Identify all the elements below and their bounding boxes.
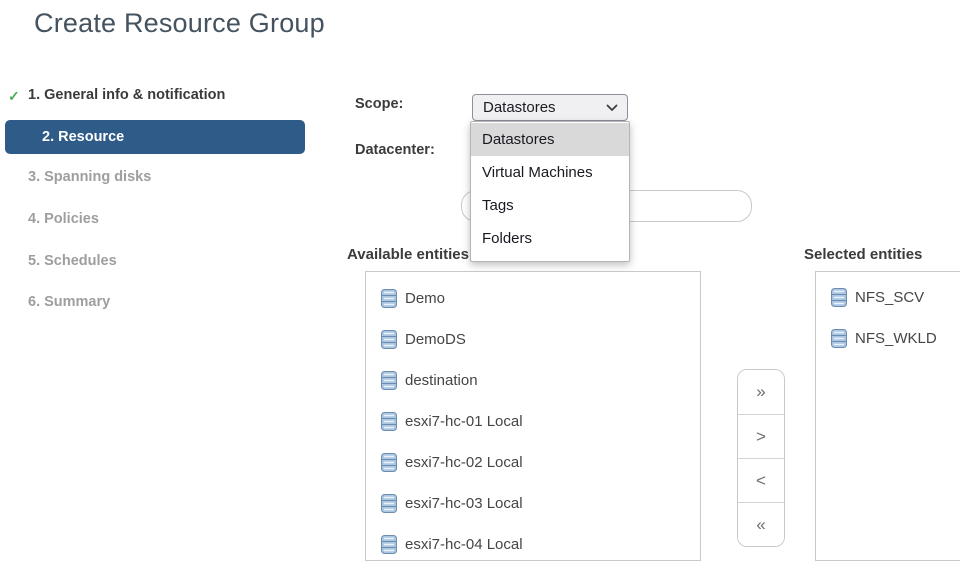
add-button[interactable]: > (738, 414, 784, 458)
datastore-icon (381, 289, 397, 308)
step-completed-check-icon: ✓ (8, 88, 20, 105)
selected-entity-row[interactable]: NFS_SCV (816, 277, 960, 318)
entity-name: destination (405, 372, 478, 389)
entity-name: Demo (405, 290, 445, 307)
entity-name: esxi7-hc-01 Local (405, 413, 523, 430)
scope-select-value: Datastores (483, 99, 606, 116)
selected-entities-label: Selected entities (804, 246, 922, 263)
entity-name: NFS_SCV (855, 289, 924, 306)
available-entities-list: Demo DemoDS destination esxi7-hc-01 Loca… (365, 271, 701, 561)
available-entity-row[interactable]: esxi7-hc-01 Local (366, 401, 700, 442)
datacenter-label: Datacenter: (355, 142, 435, 158)
wizard-step-schedules[interactable]: 5. Schedules (28, 253, 117, 269)
wizard-step-resource-label: 2. Resource (42, 129, 124, 145)
entity-name: esxi7-hc-04 Local (405, 536, 523, 553)
datastore-icon (831, 288, 847, 307)
available-entity-row[interactable]: DemoDS (366, 319, 700, 360)
scope-select[interactable]: Datastores (472, 94, 628, 121)
available-entity-row[interactable]: esxi7-hc-03 Local (366, 483, 700, 524)
datastore-icon (831, 329, 847, 348)
remove-all-button[interactable]: « (738, 502, 784, 546)
transfer-buttons: » > < « (737, 369, 785, 547)
available-entity-row[interactable]: esxi7-hc-02 Local (366, 442, 700, 483)
datastore-icon (381, 535, 397, 554)
add-all-button[interactable]: » (738, 370, 784, 414)
chevron-down-icon (606, 104, 618, 112)
selected-entity-row[interactable]: NFS_WKLD (816, 318, 960, 359)
entity-name: esxi7-hc-02 Local (405, 454, 523, 471)
entity-name: NFS_WKLD (855, 330, 937, 347)
scope-dropdown-menu: Datastores Virtual Machines Tags Folders (470, 121, 630, 262)
datastore-icon (381, 330, 397, 349)
available-entity-row[interactable]: destination (366, 360, 700, 401)
scope-option-virtual-machines[interactable]: Virtual Machines (471, 156, 629, 189)
wizard-step-summary[interactable]: 6. Summary (28, 294, 110, 310)
scope-option-tags[interactable]: Tags (471, 189, 629, 222)
datastore-icon (381, 412, 397, 431)
wizard-step-policies[interactable]: 4. Policies (28, 211, 99, 227)
remove-button[interactable]: < (738, 458, 784, 502)
datastore-icon (381, 494, 397, 513)
wizard-step-resource[interactable]: 2. Resource (5, 120, 305, 154)
available-entity-row[interactable]: esxi7-hc-04 Local (366, 524, 700, 565)
datastore-icon (381, 453, 397, 472)
wizard-step-spanning-disks[interactable]: 3. Spanning disks (28, 169, 151, 185)
available-entities-label: Available entities (347, 246, 469, 263)
scope-option-folders[interactable]: Folders (471, 222, 629, 255)
entity-name: esxi7-hc-03 Local (405, 495, 523, 512)
datastore-icon (381, 371, 397, 390)
scope-label: Scope: (355, 96, 403, 112)
available-entity-row[interactable]: Demo (366, 278, 700, 319)
wizard-step-general-info[interactable]: 1. General info & notification (28, 87, 225, 103)
scope-option-datastores[interactable]: Datastores (471, 123, 629, 156)
page-title: Create Resource Group (34, 8, 325, 39)
entity-name: DemoDS (405, 331, 466, 348)
selected-entities-list: NFS_SCV NFS_WKLD (815, 271, 960, 561)
